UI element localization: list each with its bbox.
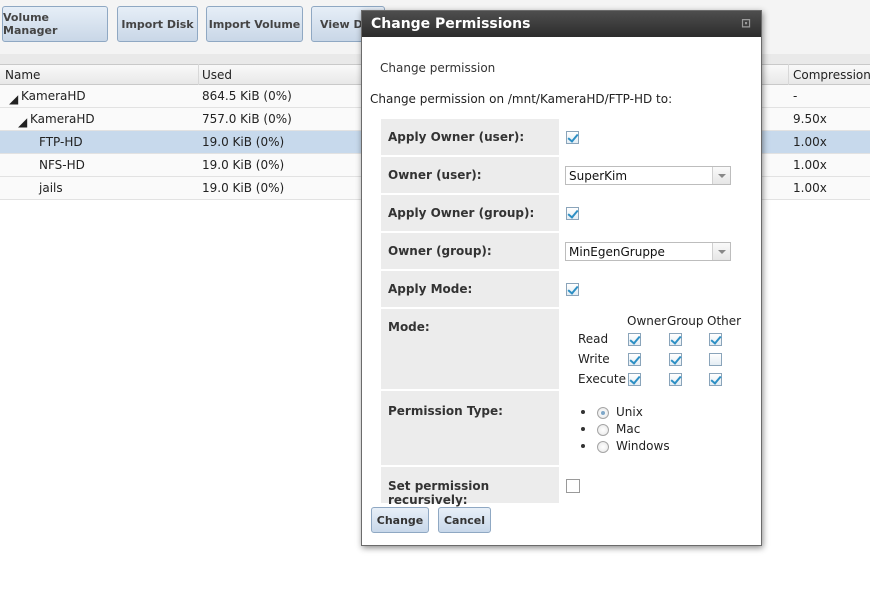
mode-column-other: Other [707,314,742,328]
expand-triangle-icon[interactable]: ◢ [9,92,18,106]
radio-mac-label[interactable]: Mac [616,422,640,436]
mode-label: Mode: [388,320,430,334]
row-used: 19.0 KiB (0%) [202,158,285,172]
owner-user-value: SuperKim [569,169,628,183]
column-name[interactable]: Name [5,68,40,82]
mode-row-read: Read [578,332,609,346]
path-description: Change permission on /mnt/KameraHD/FTP-H… [370,92,673,106]
recursive-cell [562,467,750,503]
recursive-label-cell: Set permission recursively: [381,467,559,507]
recursive-checkbox[interactable] [566,479,580,493]
radio-mac[interactable] [597,424,609,436]
chevron-down-icon[interactable] [712,243,730,260]
execute-group-checkbox[interactable] [669,373,682,386]
row-compression: 9.50x [793,112,827,126]
row-compression: 1.00x [793,158,827,172]
execute-owner-checkbox[interactable] [628,373,641,386]
mode-label-cell: Mode: [381,309,559,389]
row-used: 19.0 KiB (0%) [202,181,285,195]
apply-mode-cell [562,271,750,307]
apply-owner-group-cell [562,195,750,231]
execute-other-checkbox[interactable] [709,373,722,386]
dialog-subtitle: Change permission [380,61,496,75]
apply-mode-label: Apply Mode: [388,282,473,296]
volume-manager-button[interactable]: Volume Manager [2,6,108,42]
row-name: KameraHD [30,112,95,126]
owner-group-label: Owner (group): [388,244,492,258]
mode-row-write: Write [578,352,610,366]
row-name: FTP-HD [39,135,83,149]
owner-group-select[interactable]: MinEgenGruppe [565,242,731,261]
apply-mode-checkbox[interactable] [566,283,579,296]
row-name: KameraHD [21,89,86,103]
apply-owner-user-label: Apply Owner (user): [388,130,525,144]
radio-windows-label[interactable]: Windows [616,439,670,453]
owner-user-label-cell: Owner (user): [381,157,559,193]
read-group-checkbox[interactable] [669,333,682,346]
apply-owner-group-label-cell: Apply Owner (group): [381,195,559,231]
mode-column-owner: Owner [627,314,667,328]
bullet [581,427,585,431]
apply-owner-user-label-cell: Apply Owner (user): [381,119,559,155]
mode-column-group: Group [667,314,704,328]
recursive-label: Set permission recursively: [388,479,490,507]
read-other-checkbox[interactable] [709,333,722,346]
change-permissions-dialog: Change Permissions ⊡ Change permission C… [361,10,762,546]
row-name: NFS-HD [39,158,85,172]
mode-row-execute: Execute [578,372,626,386]
row-used: 864.5 KiB (0%) [202,89,292,103]
dialog-title: Change Permissions [371,16,531,32]
column-compression[interactable]: Compression [793,68,870,82]
import-disk-button[interactable]: Import Disk [117,6,198,42]
owner-group-label-cell: Owner (group): [381,233,559,269]
row-used: 19.0 KiB (0%) [202,135,285,149]
owner-user-label: Owner (user): [388,168,482,182]
owner-group-cell: MinEgenGruppe [562,233,750,269]
apply-mode-label-cell: Apply Mode: [381,271,559,307]
write-owner-checkbox[interactable] [628,353,641,366]
permission-type-label: Permission Type: [388,404,503,418]
bullet [581,444,585,448]
dialog-titlebar[interactable]: Change Permissions ⊡ [362,11,761,37]
apply-owner-user-cell [562,119,750,155]
radio-unix[interactable] [597,407,609,419]
row-name: jails [39,181,63,195]
row-compression: 1.00x [793,135,827,149]
read-owner-checkbox[interactable] [628,333,641,346]
column-used[interactable]: Used [202,68,232,82]
apply-owner-group-checkbox[interactable] [566,207,579,220]
owner-user-cell: SuperKim [562,157,750,193]
row-compression: - [793,89,798,103]
owner-group-value: MinEgenGruppe [569,245,665,259]
apply-owner-user-checkbox[interactable] [566,131,579,144]
row-compression: 1.00x [793,181,827,195]
apply-owner-group-label: Apply Owner (group): [388,206,535,220]
row-used: 757.0 KiB (0%) [202,112,292,126]
expand-triangle-icon[interactable]: ◢ [18,115,27,129]
mode-cell: Owner Group Other Read Write Execute [562,309,750,389]
cancel-button[interactable]: Cancel [438,507,491,533]
permission-type-label-cell: Permission Type: [381,391,559,465]
radio-unix-label[interactable]: Unix [616,405,643,419]
chevron-down-icon[interactable] [712,167,730,184]
write-group-checkbox[interactable] [669,353,682,366]
close-icon[interactable]: ⊡ [741,16,751,30]
permission-type-cell: Unix Mac Windows [562,391,750,465]
bullet [581,410,585,414]
import-volume-button[interactable]: Import Volume [206,6,303,42]
write-other-checkbox[interactable] [709,353,722,366]
owner-user-select[interactable]: SuperKim [565,166,731,185]
radio-windows[interactable] [597,441,609,453]
change-button[interactable]: Change [371,507,429,533]
